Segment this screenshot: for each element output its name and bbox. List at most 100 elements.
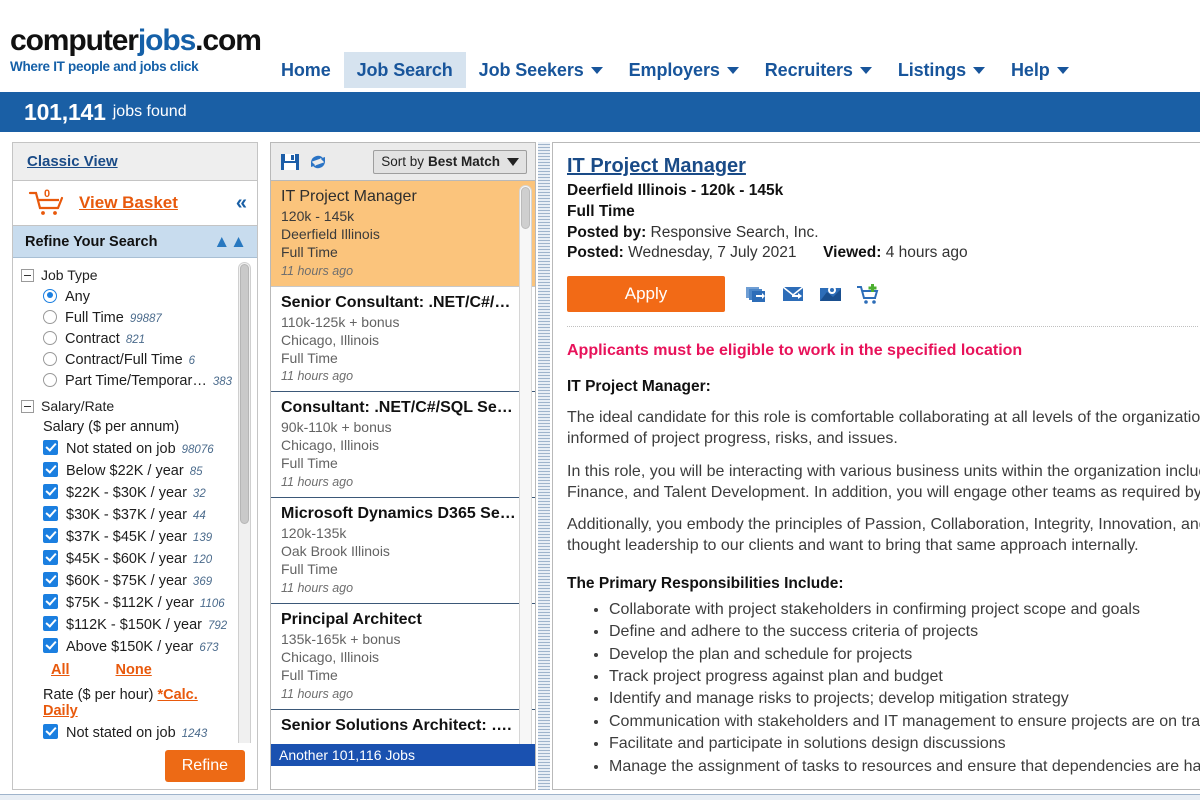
checkbox-icon[interactable] <box>43 593 58 609</box>
site-logo[interactable]: computerjobs.com Where IT people and job… <box>10 26 262 75</box>
facet-count: 85 <box>189 465 203 478</box>
facet-scroll-area: Job Type Any Full Time 99887 Contract 82… <box>13 258 257 755</box>
facet-label: $112K - $150K / year <box>66 616 202 633</box>
facet-salary-37k-45k[interactable]: $37K - $45K / year 139 <box>21 524 233 546</box>
refine-search-title: Refine Your Search <box>25 233 158 250</box>
facet-salary-112k-150k[interactable]: $112K - $150K / year 792 <box>21 612 233 634</box>
facet-option-full-time[interactable]: Full Time 99887 <box>21 306 233 327</box>
collapse-sidebar-icon[interactable]: « <box>236 193 247 213</box>
nav-item-help[interactable]: Help <box>998 52 1082 88</box>
select-none-link[interactable]: None <box>116 662 152 678</box>
radio-icon[interactable] <box>43 288 57 303</box>
facet-option-contract[interactable]: Contract 821 <box>21 327 233 348</box>
facet-salary-above-150k[interactable]: Above $150K / year 673 <box>21 634 233 656</box>
facet-label: Any <box>65 288 90 305</box>
add-to-basket-icon[interactable] <box>856 283 880 305</box>
responsibility-item: Define and adhere to the success criteri… <box>609 621 1200 642</box>
checkbox-icon[interactable] <box>43 723 58 739</box>
facet-salary-60k-75k[interactable]: $60K - $75K / year 369 <box>21 568 233 590</box>
checkbox-icon[interactable] <box>43 615 58 631</box>
job-list-item[interactable]: Principal Architect 135k-165k + bonus Ch… <box>271 603 535 710</box>
job-list-toolbar: Sort by Best Match <box>271 143 535 181</box>
facet-rate-not-stated[interactable]: Not stated on job 1243 <box>21 720 233 742</box>
facet-salary-22k-30k[interactable]: $22K - $30K / year 32 <box>21 480 233 502</box>
main-navigation: Home Job Search Job Seekers Employers Re… <box>268 52 1082 88</box>
sidebar-scrollbar-thumb[interactable] <box>240 264 249 524</box>
nav-item-recruiters[interactable]: Recruiters <box>752 52 885 88</box>
facet-label: Above $150K / year <box>66 638 194 655</box>
job-detail-posted-by: Posted by: Responsive Search, Inc. <box>567 223 1200 244</box>
job-item-type: Full Time <box>281 243 338 260</box>
nav-item-listings[interactable]: Listings <box>885 52 998 88</box>
facet-option-contract-full-time[interactable]: Contract/Full Time 6 <box>21 348 233 369</box>
job-list-item[interactable]: Consultant: .NET/C#/SQL Se… 90k-110k + b… <box>271 392 535 499</box>
save-icon[interactable] <box>279 151 301 173</box>
select-all-link[interactable]: All <box>51 662 70 678</box>
facet-label: Below $22K / year <box>66 462 184 479</box>
job-list-item[interactable]: Senior Solutions Architect: …. <box>271 709 535 746</box>
collapse-toggle-icon[interactable] <box>21 399 34 413</box>
checkbox-icon[interactable] <box>43 549 58 565</box>
facet-salary-not-stated[interactable]: Not stated on job 98076 <box>21 436 233 458</box>
facet-label: $30K - $37K / year <box>66 506 187 523</box>
view-basket-link[interactable]: View Basket <box>79 193 178 213</box>
job-list-scrollbar-thumb[interactable] <box>521 187 530 229</box>
facet-option-any[interactable]: Any <box>21 285 233 306</box>
nav-item-home[interactable]: Home <box>268 52 344 88</box>
job-list-item[interactable]: Senior Consultant: .NET/C#/… 110k-125k +… <box>271 286 535 393</box>
sort-by-dropdown[interactable]: Sort by Best Match <box>373 149 527 174</box>
radio-icon[interactable] <box>43 330 57 345</box>
checkbox-icon[interactable] <box>43 461 58 477</box>
refine-button[interactable]: Refine <box>164 750 245 782</box>
more-jobs-bar[interactable]: Another 101,116 Jobs <box>271 744 535 766</box>
map-icon[interactable] <box>819 283 843 305</box>
job-item-age: 11 hours ago <box>281 263 354 278</box>
responsibility-item: Collaborate with project stakeholders in… <box>609 599 1200 620</box>
rate-subtitle: Rate ($ per hour) <box>43 687 154 703</box>
checkbox-icon[interactable] <box>43 527 58 543</box>
checkbox-icon[interactable] <box>43 439 58 455</box>
detail-paragraph-2: In this role, you will be interacting wi… <box>567 462 1200 501</box>
facet-group-salary-rate[interactable]: Salary/Rate <box>21 398 233 414</box>
posted-by-value: Responsive Search, Inc. <box>650 223 819 241</box>
chevron-down-icon <box>1056 66 1069 74</box>
responsibility-item: Communication with stakeholders and IT m… <box>609 711 1200 732</box>
refresh-icon[interactable] <box>307 151 329 173</box>
job-list-scrollbar[interactable] <box>519 185 532 755</box>
nav-item-employers[interactable]: Employers <box>616 52 752 88</box>
facet-salary-30k-37k[interactable]: $30K - $37K / year 44 <box>21 502 233 524</box>
checkbox-icon[interactable] <box>43 637 58 653</box>
sidebar-scrollbar[interactable] <box>238 262 251 750</box>
nav-item-job-seekers[interactable]: Job Seekers <box>466 52 616 88</box>
job-item-salary: 120k - 145k <box>281 208 355 224</box>
facet-salary-75k-112k[interactable]: $75K - $112K / year 1106 <box>21 590 233 612</box>
email-icon[interactable] <box>782 283 806 305</box>
job-list-item[interactable]: Microsoft Dynamics D365 Se… 120k-135k Oa… <box>271 498 535 604</box>
checkbox-icon[interactable] <box>43 505 58 521</box>
chevron-up-icon[interactable]: ▲▲ <box>213 233 247 250</box>
facet-salary-45k-60k[interactable]: $45K - $60K / year 120 <box>21 546 233 568</box>
nav-label-recruiters: Recruiters <box>764 59 853 80</box>
radio-icon[interactable] <box>43 309 57 324</box>
checkbox-icon[interactable] <box>43 571 58 587</box>
facet-count: 99887 <box>129 312 162 325</box>
job-detail-title[interactable]: IT Project Manager <box>567 155 746 178</box>
window-bottom-edge <box>0 794 1200 800</box>
nav-item-job-search[interactable]: Job Search <box>343 52 466 88</box>
facet-group-job-type[interactable]: Job Type <box>21 267 233 283</box>
apply-action-row: Apply <box>567 276 1200 313</box>
checkbox-icon[interactable] <box>43 483 58 499</box>
share-icon[interactable] <box>745 283 769 305</box>
radio-icon[interactable] <box>43 372 57 387</box>
apply-button[interactable]: Apply <box>567 276 725 313</box>
chevron-down-icon <box>859 66 872 74</box>
radio-icon[interactable] <box>43 351 57 366</box>
column-splitter[interactable] <box>538 142 550 790</box>
facet-option-part-time[interactable]: Part Time/Temporar… 383 <box>21 369 233 390</box>
facet-salary-below-22k[interactable]: Below $22K / year 85 <box>21 458 233 480</box>
shopping-cart-icon[interactable]: 0 <box>27 188 67 218</box>
classic-view-link[interactable]: Classic View <box>27 153 118 170</box>
collapse-toggle-icon[interactable] <box>21 268 34 282</box>
job-list-item-selected[interactable]: IT Project Manager 120k - 145k Deerfield… <box>271 181 535 287</box>
chevron-down-icon <box>973 66 986 74</box>
